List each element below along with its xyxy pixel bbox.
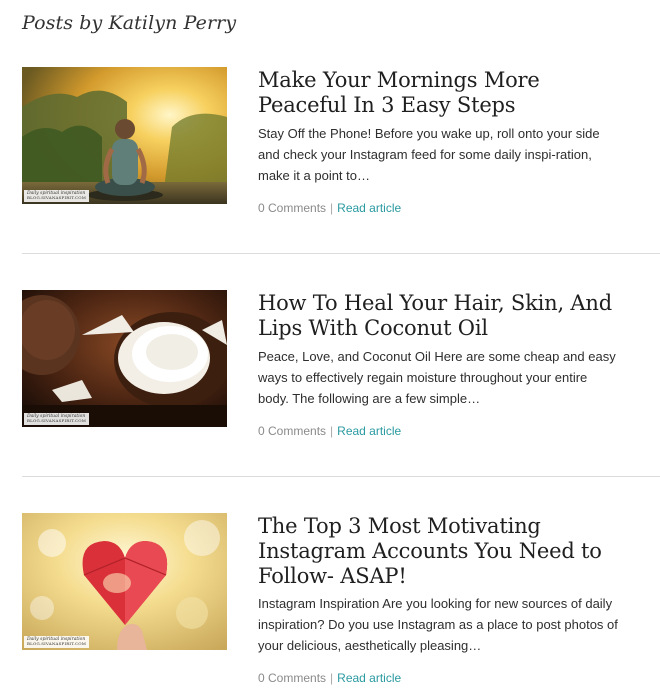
- post-thumbnail-heart[interactable]: Daily spiritual inspiration BLOG.SIVANAS…: [22, 513, 227, 650]
- divider: [22, 476, 660, 477]
- page-title: Posts by Katilyn Perry: [22, 12, 237, 34]
- meditation-sunset-image: [22, 67, 227, 204]
- comments-count[interactable]: 0 Comments: [258, 671, 326, 685]
- post-excerpt: Stay Off the Phone! Before you wake up, …: [258, 126, 600, 183]
- meta-separator: |: [330, 671, 334, 685]
- coconut-image: [22, 290, 227, 427]
- paper-heart-image: [22, 513, 227, 650]
- post-title: The Top 3 Most Motivating Instagram Acco…: [258, 514, 628, 589]
- post-excerpt: Instagram Inspiration Are you looking fo…: [258, 596, 618, 653]
- post-thumbnail-coconut[interactable]: Daily spiritual inspiration BLOG.SIVANAS…: [22, 290, 227, 427]
- comments-count[interactable]: 0 Comments: [258, 201, 326, 215]
- read-article-link[interactable]: Read article: [337, 424, 401, 438]
- meta-separator: |: [330, 424, 334, 438]
- post-thumbnail-meditation[interactable]: Daily spiritual inspiration BLOG.SIVANAS…: [22, 67, 227, 204]
- post-excerpt: Peace, Love, and Coconut Oil Here are so…: [258, 349, 616, 406]
- post-title: How To Heal Your Hair, Skin, And Lips Wi…: [258, 291, 628, 341]
- post-item: Daily spiritual inspiration BLOG.SIVANAS…: [22, 67, 660, 227]
- comments-count[interactable]: 0 Comments: [258, 424, 326, 438]
- post-meta: 0 Comments | Read article: [258, 201, 401, 215]
- post-item: Daily spiritual inspiration BLOG.SIVANAS…: [22, 290, 660, 450]
- post-item: Daily spiritual inspiration BLOG.SIVANAS…: [22, 513, 660, 693]
- watermark: Daily spiritual inspiration BLOG.SIVANAS…: [24, 636, 90, 648]
- divider: [22, 253, 660, 254]
- post-title-link[interactable]: The Top 3 Most Motivating Instagram Acco…: [258, 514, 602, 588]
- watermark: Daily spiritual inspiration BLOG.SIVANAS…: [24, 190, 90, 202]
- meta-separator: |: [330, 201, 334, 215]
- read-article-link[interactable]: Read article: [337, 671, 401, 685]
- watermark: Daily spiritual inspiration BLOG.SIVANAS…: [24, 413, 90, 425]
- post-meta: 0 Comments | Read article: [258, 671, 401, 685]
- post-title-link[interactable]: How To Heal Your Hair, Skin, And Lips Wi…: [258, 291, 612, 340]
- post-title-link[interactable]: Make Your Mornings More Peaceful In 3 Ea…: [258, 68, 540, 117]
- read-article-link[interactable]: Read article: [337, 201, 401, 215]
- post-meta: 0 Comments | Read article: [258, 424, 401, 438]
- post-title: Make Your Mornings More Peaceful In 3 Ea…: [258, 68, 628, 118]
